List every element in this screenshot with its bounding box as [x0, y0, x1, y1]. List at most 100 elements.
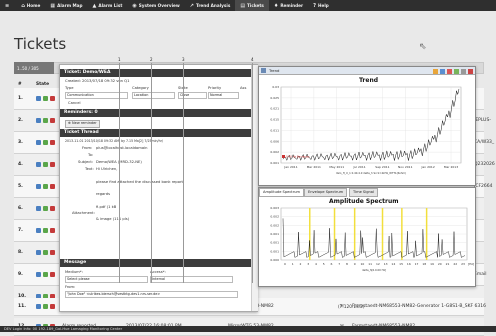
trend-toolbar: [433, 68, 473, 74]
trend-footer: Velo_H_U_1 0.40.4.0 delta_h Scr1=4kHz_WT…: [336, 171, 406, 175]
spectrum-chart: 0.0030.0020.0020.0010.0010.0010.0000 1 2 3 4…: [270, 206, 474, 272]
x-tick-label: 6: [330, 262, 332, 266]
status-icon[interactable]: [43, 304, 48, 309]
attach-line1[interactable]: fi.pdf (1 kB: [96, 205, 116, 209]
ticket-icon[interactable]: [36, 206, 41, 211]
x-tick-label: 21: [446, 262, 450, 266]
minimize-icon[interactable]: [461, 69, 466, 74]
marker-line: [151, 63, 152, 283]
priority-select[interactable]: Normal: [208, 92, 239, 99]
alert-icon[interactable]: [50, 228, 55, 233]
alert-icon[interactable]: [50, 140, 55, 145]
x-tick-label: 11: [368, 262, 372, 266]
new-reminder-button[interactable]: ⊕ New reminder: [65, 120, 100, 128]
x-tick-label: 4: [315, 262, 317, 266]
x-tick-label: 8: [346, 262, 348, 266]
ticket-icon[interactable]: [36, 184, 41, 189]
nav-item-1[interactable]: ⌂ Home: [16, 0, 45, 11]
text-line2: please find attached the discussed bank …: [96, 180, 185, 184]
category-select[interactable]: Location: [132, 92, 175, 99]
ticket-icon[interactable]: [36, 228, 41, 233]
from2-input[interactable]: "John Doe" <ulrikes.biersch@vestktg-dev1…: [65, 291, 238, 298]
y-tick-label: 0.025: [270, 96, 279, 100]
status-icon[interactable]: [43, 184, 48, 189]
access-select[interactable]: Internal: [150, 276, 233, 283]
nav-item-7[interactable]: ♦ Reminder: [269, 0, 308, 11]
x-tick-label: Sep 2011: [375, 165, 389, 169]
nav-icon: ♦: [273, 2, 279, 9]
x-tick-label: 9: [354, 262, 356, 266]
row-number: 11.: [18, 304, 26, 309]
legend-label: 0-40 Hz Bandpass: [286, 155, 310, 159]
x-tick-label: 23: [461, 262, 465, 266]
alert-icon[interactable]: [50, 96, 55, 101]
ticket-icon[interactable]: [36, 140, 41, 145]
print-icon[interactable]: [447, 69, 452, 74]
y-tick-label: 0.001: [270, 161, 279, 165]
cancel-button[interactable]: Cancel: [68, 101, 81, 105]
settings-icon[interactable]: [454, 69, 459, 74]
zoom-icon[interactable]: [440, 69, 445, 74]
header-state[interactable]: State: [36, 82, 49, 87]
status-bar: DEV Login Info: 00 192-189_Gol-Hue Lamag…: [0, 326, 496, 332]
alert-icon[interactable]: [50, 118, 55, 123]
row-detail: IEPLUS-: [474, 118, 491, 123]
nav-item-5[interactable]: ↗ Trend Analysis: [185, 0, 236, 11]
alert-icon[interactable]: [50, 184, 55, 189]
pager-button[interactable]: 1..50 / 305: [14, 62, 54, 74]
row-detail: Farmstaedt-NM68553-NM82-Generator 1-G8S1…: [352, 304, 487, 309]
trend-app-icon: [261, 68, 266, 73]
alert-icon[interactable]: [50, 304, 55, 309]
status-icon[interactable]: [43, 140, 48, 145]
status-icon[interactable]: [43, 118, 48, 123]
ticket-icon[interactable]: [36, 96, 41, 101]
close-icon[interactable]: [468, 69, 473, 74]
spectrum-tab-1[interactable]: Envelope Spectrum: [304, 188, 348, 197]
row-number: 1.: [18, 96, 23, 101]
status-icon[interactable]: [43, 206, 48, 211]
y-tick-label: 0.003: [270, 206, 279, 210]
spectrum-footer: delta_h[6.0.00 Hz]: [362, 268, 386, 272]
row-number: 2.: [18, 118, 23, 123]
nav-item-8[interactable]: ? Help: [308, 0, 334, 11]
status-icon[interactable]: [43, 228, 48, 233]
mouse-cursor-icon: ⇖: [419, 42, 427, 52]
alert-icon[interactable]: [50, 250, 55, 255]
label-priority: Priority: [208, 86, 222, 90]
ticket-icon[interactable]: [36, 250, 41, 255]
nav-item-3[interactable]: ▲ Alarm List: [88, 0, 128, 11]
ticket-icon[interactable]: [36, 118, 41, 123]
row-detail: Q232026: [474, 162, 495, 167]
ticket-icon[interactable]: [36, 272, 41, 277]
ticket-icon[interactable]: [36, 162, 41, 167]
x-tick-label: Nov 2011: [398, 165, 413, 169]
nav-item-2[interactable]: ▦ Alarm Map: [45, 0, 87, 11]
ticket-icon[interactable]: [36, 304, 41, 309]
spectrum-tab-0[interactable]: Amplitude Spectrum: [259, 188, 304, 197]
y-tick-label: 0.001: [270, 241, 279, 245]
label-assigned: Ass: [240, 86, 247, 90]
spectrum-tab-2[interactable]: Time Signal: [349, 188, 378, 197]
medium-label: Medium*:: [65, 270, 83, 274]
nav-item-0[interactable]: ≡: [0, 0, 16, 11]
alert-icon[interactable]: [50, 162, 55, 167]
attach-line2[interactable]: & image (111 pls): [96, 217, 129, 221]
nav-item-6[interactable]: ▤ Tickets: [235, 0, 269, 11]
status-icon[interactable]: [43, 162, 48, 167]
nav-item-4[interactable]: ◉ System Overview: [127, 0, 184, 11]
x-tick-label: 17: [415, 262, 419, 266]
x-tick-label: 10: [360, 262, 364, 266]
row-number: 4.: [18, 162, 23, 167]
ticket-header: Ticket: Demo/WEA: [60, 69, 261, 77]
alert-icon[interactable]: [50, 272, 55, 277]
column-marker: 4: [251, 57, 254, 62]
alert-icon[interactable]: [50, 206, 55, 211]
status-icon[interactable]: [43, 96, 48, 101]
status-icon[interactable]: [43, 272, 48, 277]
status-icon[interactable]: [43, 250, 48, 255]
export-icon[interactable]: [433, 69, 438, 74]
medium-select[interactable]: Select please: [65, 276, 148, 283]
x-tick-label: 3: [307, 262, 309, 266]
row-number: 5.: [18, 184, 23, 189]
ticket-panel: Ticket: Demo/WEA Created: 2013/07/18 09:…: [59, 64, 261, 312]
